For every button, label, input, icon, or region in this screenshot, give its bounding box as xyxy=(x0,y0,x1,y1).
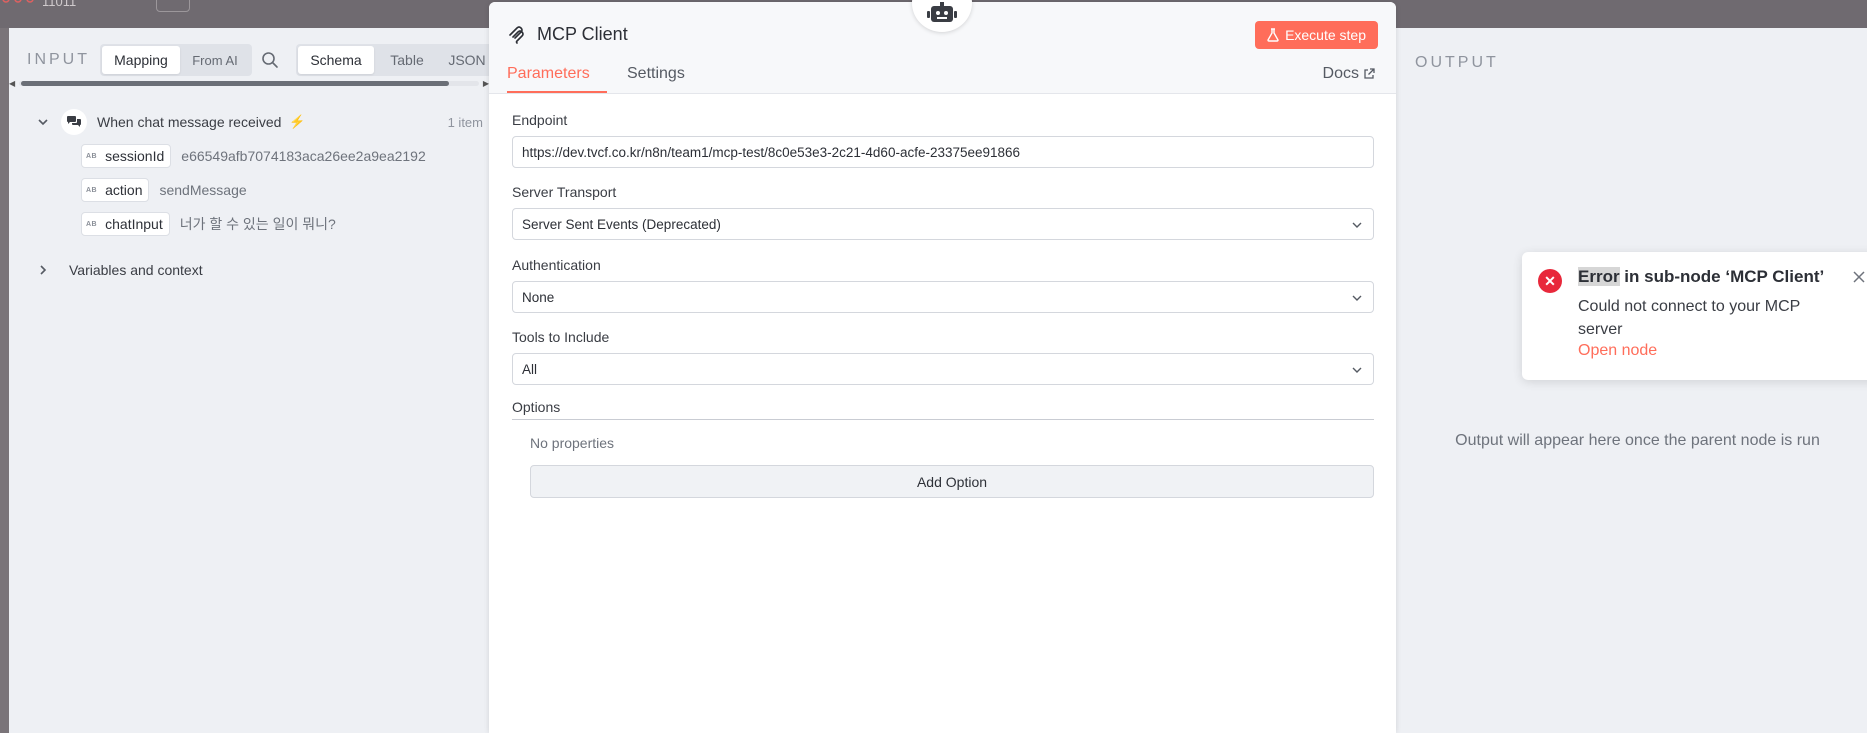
auth-select[interactable]: None xyxy=(512,281,1374,313)
tab-table[interactable]: Table xyxy=(374,46,440,74)
close-icon[interactable] xyxy=(1852,270,1866,284)
flask-icon xyxy=(1267,28,1279,42)
transport-select[interactable]: Server Sent Events (Deprecated) xyxy=(512,208,1374,240)
string-type-icon: AB xyxy=(86,186,98,194)
endpoint-input[interactable]: https://dev.tvcf.co.kr/n8n/team1/mcp-tes… xyxy=(512,136,1374,168)
input-panel: INPUT Mapping From AI Schema Table JSON … xyxy=(9,28,496,733)
external-link-icon xyxy=(1364,68,1375,79)
mcp-icon xyxy=(509,26,524,44)
field-name: chatInput xyxy=(105,216,163,232)
trigger-bolt-icon: ⚡ xyxy=(289,114,306,129)
node-title[interactable]: MCP Client xyxy=(537,24,628,45)
docs-link[interactable]: Docs xyxy=(1323,65,1375,83)
execute-step-button[interactable]: Execute step xyxy=(1255,21,1378,49)
add-option-button[interactable]: Add Option xyxy=(530,465,1374,498)
tab-schema[interactable]: Schema xyxy=(298,46,374,74)
chevron-right-icon[interactable] xyxy=(36,263,50,277)
trigger-row[interactable]: When chat message received ⚡ 1 item xyxy=(9,108,489,136)
field-pill[interactable]: AB action xyxy=(81,178,150,202)
transport-value: Server Sent Events (Deprecated) xyxy=(522,216,721,232)
tab-from-ai[interactable]: From AI xyxy=(180,46,250,74)
tools-label: Tools to Include xyxy=(512,329,610,345)
tab-parameters[interactable]: Parameters xyxy=(507,60,607,93)
field-value: 너가 할 수 있는 일이 뭐니? xyxy=(179,216,336,232)
field-name: action xyxy=(105,182,143,198)
scroll-thumb[interactable] xyxy=(21,81,449,86)
chevron-down-icon[interactable] xyxy=(36,115,50,129)
endpoint-label: Endpoint xyxy=(512,112,568,128)
field-name: sessionId xyxy=(105,148,165,164)
open-node-link[interactable]: Open node xyxy=(1578,342,1657,360)
string-type-icon: AB xyxy=(86,152,98,160)
variables-label: Variables and context xyxy=(69,262,203,278)
workflow-name-fragment: 11011 xyxy=(42,0,77,9)
field-value: sendMessage xyxy=(159,182,247,198)
auth-value: None xyxy=(522,289,555,305)
output-title: OUTPUT xyxy=(1415,54,1499,71)
tab-settings[interactable]: Settings xyxy=(627,60,707,93)
tab-parameters-label: Parameters xyxy=(507,65,590,82)
tools-select[interactable]: All xyxy=(512,353,1374,385)
output-empty-message: Output will appear here once the parent … xyxy=(1455,432,1820,449)
node-header: MCP Client Execute step Parameters Setti… xyxy=(489,0,1396,94)
auth-label: Authentication xyxy=(512,257,601,273)
toast-message: Could not connect to your MCP server xyxy=(1578,298,1801,338)
node-type-badge xyxy=(912,0,972,32)
no-properties-text: No properties xyxy=(530,435,615,451)
trigger-label: When chat message received xyxy=(97,114,282,130)
view-switch: Schema Table JSON xyxy=(296,44,496,76)
field-value: e66549afb7074183aca26ee2a9ea2192 xyxy=(181,148,426,164)
chevron-down-icon xyxy=(1352,222,1362,228)
field-pill[interactable]: AB chatInput xyxy=(81,212,170,236)
error-icon: ✕ xyxy=(1538,269,1562,293)
execute-step-label: Execute step xyxy=(1285,27,1366,43)
chevron-down-icon xyxy=(1352,367,1362,373)
string-type-icon: AB xyxy=(86,220,98,228)
tab-settings-label: Settings xyxy=(627,65,685,82)
field-row-sessionid[interactable]: AB sessionId e66549afb7074183aca26ee2a9e… xyxy=(81,143,426,169)
scroll-left-icon[interactable]: ◀ xyxy=(9,79,15,88)
robot-icon xyxy=(927,2,957,22)
n8n-logo-icon xyxy=(2,0,34,3)
chevron-down-icon xyxy=(1352,295,1362,301)
error-toast: ✕ Error in sub-node ‘MCP Client’ Could n… xyxy=(1522,252,1867,380)
left-edge-fragment xyxy=(0,445,9,545)
options-label: Options xyxy=(512,399,561,415)
tab-mapping[interactable]: Mapping xyxy=(102,46,180,74)
variables-row[interactable]: Variables and context xyxy=(9,256,489,284)
transport-label: Server Transport xyxy=(512,184,617,200)
toast-title-highlight: Error xyxy=(1578,267,1620,286)
node-parameters-panel: MCP Client Execute step Parameters Setti… xyxy=(489,0,1396,733)
item-count: 1 item xyxy=(447,114,483,130)
search-icon[interactable] xyxy=(261,51,279,69)
input-title: INPUT xyxy=(27,51,90,68)
toast-title: Error in sub-node ‘MCP Client’ xyxy=(1578,267,1824,287)
canvas-add-button[interactable] xyxy=(156,0,190,12)
field-row-chatinput[interactable]: AB chatInput 너가 할 수 있는 일이 뭐니? xyxy=(81,211,336,237)
horizontal-scrollbar[interactable]: ◀ ▶ xyxy=(9,78,489,88)
options-divider xyxy=(512,419,1374,420)
toast-title-rest: in sub-node ‘MCP Client’ xyxy=(1619,267,1825,286)
chat-icon xyxy=(61,109,87,135)
docs-label: Docs xyxy=(1322,65,1359,82)
input-header: INPUT Mapping From AI Schema Table JSON xyxy=(9,44,496,76)
field-pill[interactable]: AB sessionId xyxy=(81,144,172,168)
tab-json[interactable]: JSON xyxy=(440,46,494,74)
tools-value: All xyxy=(522,361,538,377)
mode-switch: Mapping From AI xyxy=(100,44,252,76)
field-row-action[interactable]: AB action sendMessage xyxy=(81,177,247,203)
